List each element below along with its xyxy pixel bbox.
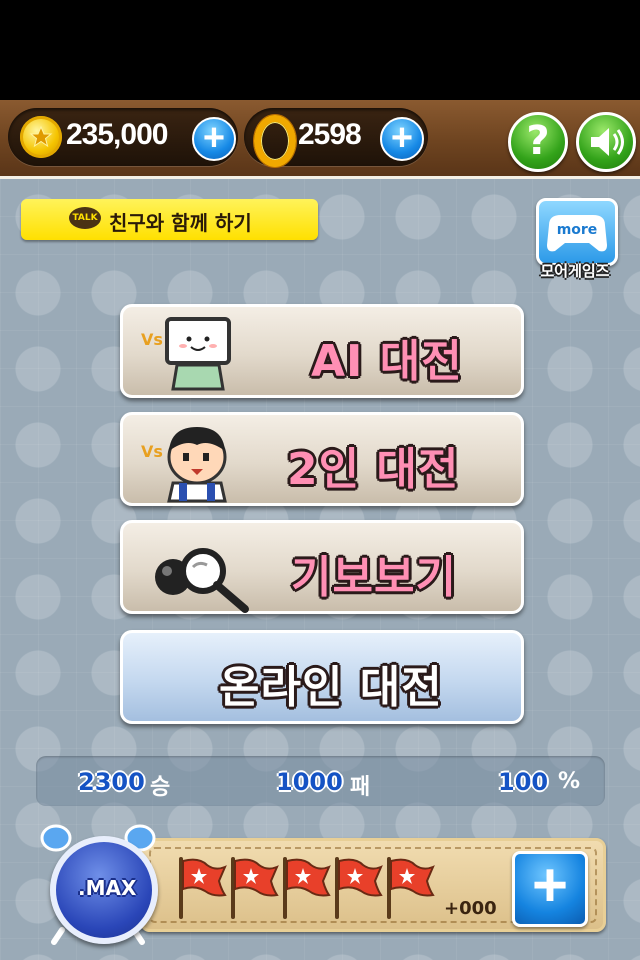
stats-bar: 2300 승 1000 패 100 % [36, 756, 605, 806]
kakaotalk-icon: TALK [69, 207, 101, 229]
play-with-friends-label: 친구와 함께 하기 [109, 211, 252, 235]
add-rings-button[interactable]: + [380, 117, 424, 161]
question-mark-icon: ? [526, 118, 550, 164]
vs-text: Vs [141, 442, 163, 461]
more-games-button[interactable]: more 모어게임즈 [534, 198, 618, 282]
game-record-button[interactable]: 기보보기 [120, 520, 524, 614]
ring-amount: 2598 [298, 118, 362, 151]
coin-icon [20, 116, 62, 158]
win-rate-value: 100 [498, 768, 549, 796]
ai-battle-button[interactable]: Vs AI 대전 [120, 304, 524, 398]
losses-unit: 패 [350, 775, 371, 800]
top-black-bar [0, 0, 640, 100]
magnifier-stones-icon [155, 548, 249, 613]
help-button[interactable]: ? [508, 112, 568, 172]
boy-character-icon: Vs [141, 427, 227, 503]
more-games-label: 모어게임즈 [540, 262, 610, 280]
wins-value: 2300 [78, 768, 145, 796]
play-with-friends-button[interactable]: TALK 친구와 함께 하기 [21, 199, 318, 240]
energy-flag-icon [277, 855, 333, 925]
vs-text: Vs [141, 330, 163, 349]
online-battle-label: 온라인 대전 [219, 662, 443, 713]
max-timer: .MAX [38, 820, 158, 946]
energy-flag-icon [329, 855, 385, 925]
two-player-battle-label: 2인 대전 [287, 444, 460, 495]
max-label: .MAX [78, 876, 137, 900]
robot-character-icon: Vs [141, 317, 231, 391]
energy-flag-icon [381, 855, 437, 925]
coin-amount: 235,000 [66, 118, 168, 151]
more-text: more [557, 222, 598, 238]
energy-flag-icon [173, 855, 229, 925]
energy-flag-icon [225, 855, 281, 925]
ring-counter: 2598 + [244, 108, 428, 167]
two-player-battle-button[interactable]: Vs 2인 대전 [120, 412, 524, 506]
online-battle-button[interactable]: 온라인 대전 [120, 630, 524, 724]
sound-button[interactable] [576, 112, 636, 172]
clock-face: .MAX [50, 836, 158, 944]
game-record-label: 기보보기 [291, 552, 457, 603]
add-coins-button[interactable]: + [192, 117, 236, 161]
win-rate-unit: % [558, 769, 581, 794]
losses-value: 1000 [276, 768, 343, 796]
coin-counter: 235,000 + [8, 108, 238, 166]
speaker-icon [591, 128, 624, 156]
wins-unit: 승 [150, 775, 171, 800]
ring-icon [254, 115, 296, 167]
gamepad-icon: more [536, 198, 618, 266]
currency-bar: 235,000 + 2598 + ? [0, 100, 640, 179]
bonus-count: +000 [444, 898, 497, 919]
add-energy-button[interactable]: + [512, 851, 588, 927]
ai-battle-label: AI 대전 [311, 336, 463, 387]
